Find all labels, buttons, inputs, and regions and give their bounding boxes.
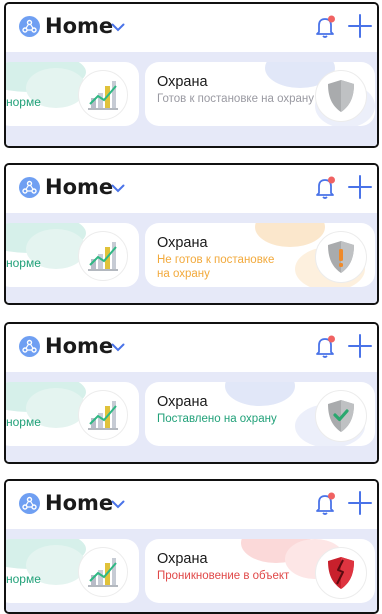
security-status: Поставлено на охрану (157, 413, 277, 425)
chart-icon (78, 70, 128, 120)
bell-icon[interactable] (313, 491, 337, 517)
widget-strip: норме Охрана Готов к постановке на охран… (6, 52, 377, 146)
shield-warning-icon (315, 231, 367, 283)
widget-strip: норме Охрана Не готов к постановке на ох… (6, 213, 377, 303)
add-icon[interactable] (346, 489, 374, 517)
shield-check-icon (315, 390, 367, 442)
home-hub-icon[interactable] (19, 16, 40, 37)
security-status: Не готов к постановке на охрану (157, 254, 275, 280)
chevron-down-icon[interactable] (111, 184, 125, 193)
panel-armed: Home норме Охрана Поставлено на охрану (4, 322, 379, 464)
add-icon[interactable] (346, 332, 374, 360)
add-icon[interactable] (346, 12, 374, 40)
panel-ready: Home норме Охрана Готов к постановке на … (4, 2, 379, 148)
home-title[interactable]: Home (45, 491, 113, 515)
bell-icon[interactable] (313, 334, 337, 360)
top-bar: Home (6, 4, 377, 52)
widget-strip: норме Охрана Поставлено на охрану (6, 372, 377, 462)
security-title: Охрана (157, 551, 208, 567)
security-title: Охрана (157, 235, 208, 251)
security-card[interactable]: Охрана Готов к постановке на охрану (145, 62, 375, 126)
shield-broken-icon (315, 547, 367, 599)
chart-icon (78, 231, 128, 281)
top-bar: Home (6, 165, 377, 213)
panel-not-ready: Home норме Охрана Не готов к постановке … (4, 163, 379, 305)
security-title: Охрана (157, 394, 208, 410)
chevron-down-icon[interactable] (111, 343, 125, 352)
chart-icon (78, 547, 128, 597)
top-bar: Home (6, 324, 377, 372)
security-card[interactable]: Охрана Проникновение в объект (145, 539, 375, 603)
security-card[interactable]: Охрана Поставлено на охрану (145, 382, 375, 446)
bell-icon[interactable] (313, 14, 337, 40)
home-title[interactable]: Home (45, 14, 113, 38)
security-title: Охрана (157, 74, 208, 90)
home-title[interactable]: Home (45, 334, 113, 358)
home-hub-icon[interactable] (19, 177, 40, 198)
status-card-text: норме (6, 95, 41, 109)
panel-intrusion: Home норме Охрана Проникновение в объект (4, 479, 379, 614)
status-card-text: норме (6, 256, 41, 270)
home-hub-icon[interactable] (19, 336, 40, 357)
widget-strip: норме Охрана Проникновение в объект (6, 529, 377, 612)
security-status: Проникновение в объект (157, 570, 290, 582)
add-icon[interactable] (346, 173, 374, 201)
top-bar: Home (6, 481, 377, 529)
status-card-text: норме (6, 415, 41, 429)
status-card-partial[interactable]: норме (6, 539, 139, 603)
status-card-text: норме (6, 572, 41, 586)
home-title[interactable]: Home (45, 175, 113, 199)
shield-icon (315, 70, 367, 122)
status-card-partial[interactable]: норме (6, 223, 139, 287)
chevron-down-icon[interactable] (111, 23, 125, 32)
status-card-partial[interactable]: норме (6, 62, 139, 126)
status-card-partial[interactable]: норме (6, 382, 139, 446)
home-hub-icon[interactable] (19, 493, 40, 514)
security-card[interactable]: Охрана Не готов к постановке на охрану (145, 223, 375, 287)
chevron-down-icon[interactable] (111, 500, 125, 509)
chart-icon (78, 390, 128, 440)
bell-icon[interactable] (313, 175, 337, 201)
security-status: Готов к постановке на охрану (157, 93, 315, 105)
